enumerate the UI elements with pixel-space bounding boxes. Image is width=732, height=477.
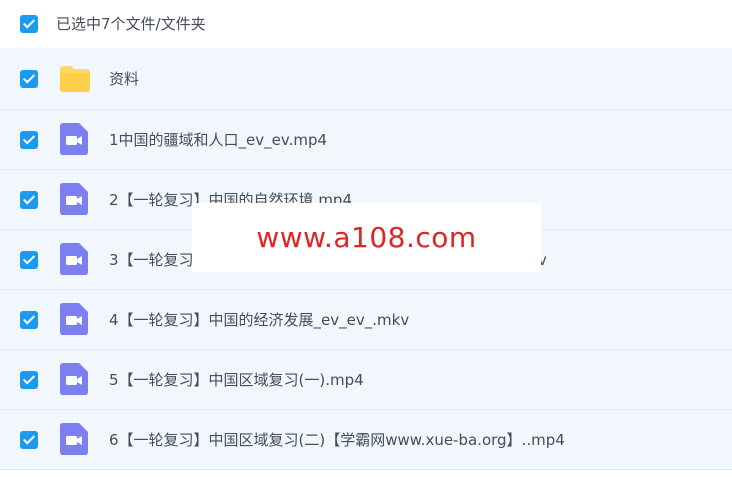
video-file-icon	[60, 303, 88, 335]
watermark-text: www.a108.com	[256, 221, 477, 254]
video-file-icon	[60, 243, 88, 275]
select-all-checkbox[interactable]	[20, 15, 38, 33]
video-file-icon	[60, 423, 88, 455]
video-file-icon	[60, 123, 88, 155]
row-checkbox[interactable]	[20, 70, 38, 88]
row-checkbox[interactable]	[20, 371, 38, 389]
video-file-icon	[60, 363, 88, 395]
selection-count-text: 已选中7个文件/文件夹	[56, 15, 206, 33]
list-item[interactable]: 资料	[0, 48, 732, 110]
row-checkbox[interactable]	[20, 131, 38, 149]
row-checkbox[interactable]	[20, 191, 38, 209]
list-item[interactable]: 1中国的疆域和人口_ev_ev.mp4	[0, 110, 732, 170]
file-name: 6【一轮复习】中国区域复习(二)【学霸网www.xue-ba.org】..mp4	[109, 431, 565, 449]
video-file-icon	[60, 183, 88, 215]
list-item[interactable]: 5【一轮复习】中国区域复习(一).mp4	[0, 350, 732, 410]
file-name: 5【一轮复习】中国区域复习(一).mp4	[109, 371, 364, 389]
watermark-overlay: www.a108.com	[192, 203, 541, 272]
row-checkbox[interactable]	[20, 251, 38, 269]
file-name: 4【一轮复习】中国的经济发展_ev_ev_.mkv	[109, 311, 410, 329]
folder-icon	[60, 66, 90, 92]
list-item[interactable]: 4【一轮复习】中国的经济发展_ev_ev_.mkv	[0, 290, 732, 350]
list-item[interactable]: 6【一轮复习】中国区域复习(二)【学霸网www.xue-ba.org】..mp4	[0, 410, 732, 470]
row-checkbox[interactable]	[20, 311, 38, 329]
selection-header: 已选中7个文件/文件夹	[0, 0, 732, 48]
row-checkbox[interactable]	[20, 431, 38, 449]
file-name: 1中国的疆域和人口_ev_ev.mp4	[109, 131, 328, 149]
file-name: 资料	[109, 70, 140, 88]
